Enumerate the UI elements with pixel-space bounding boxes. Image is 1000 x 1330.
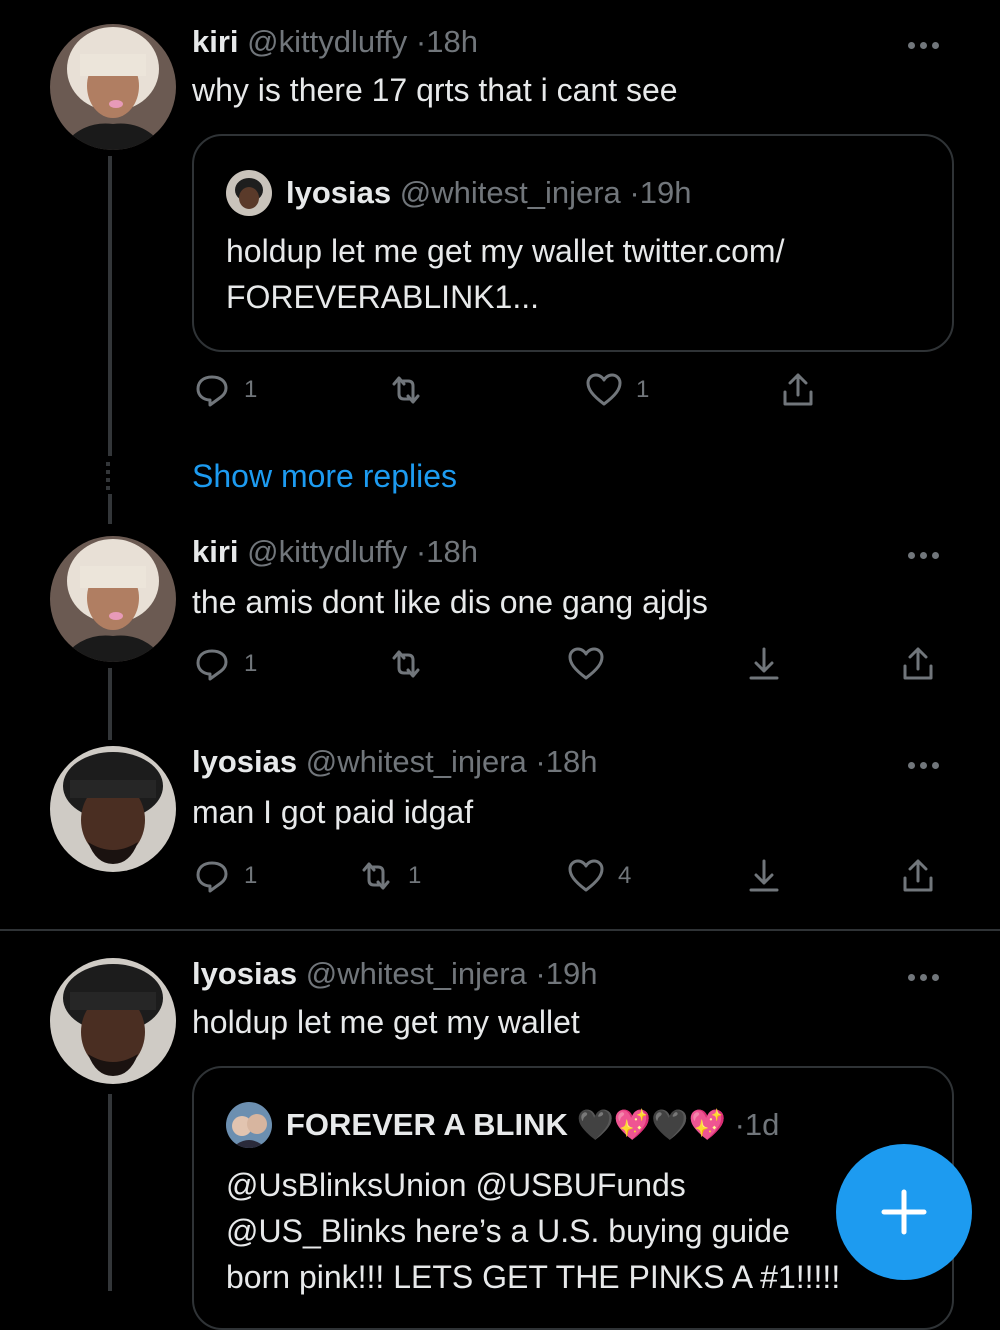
reply-icon: [196, 649, 228, 681]
tweet-text: why is there 17 qrts that i cant see: [192, 72, 678, 108]
thread-line: [108, 668, 112, 740]
like-count: 1: [636, 376, 650, 403]
download-icon: [749, 647, 779, 680]
author-name[interactable]: lyosias: [192, 744, 297, 779]
thread-line: [108, 1094, 112, 1291]
retweet-button[interactable]: [386, 370, 426, 410]
heart-icon: [568, 859, 604, 892]
quoted-tweet-header: FOREVER A BLINK 🖤💖🖤💖 · 1d: [226, 1102, 779, 1148]
quoted-tweet-text-line: @US_Blinks here’s a U.S. buying guide: [226, 1213, 790, 1249]
download-icon: [749, 859, 779, 892]
thread-line: [108, 494, 112, 524]
compose-tweet-button[interactable]: [836, 1144, 972, 1280]
tweet-header: lyosias @whitest_injera ·19h: [192, 956, 597, 992]
heart-icon: [586, 373, 622, 406]
tweet-header: kiri @kittydluffy ·18h: [192, 534, 478, 570]
like-button[interactable]: 1: [584, 370, 649, 410]
timestamp[interactable]: 19h: [546, 956, 598, 991]
timestamp[interactable]: 18h: [426, 24, 478, 59]
separator: ·: [734, 1107, 745, 1142]
retweet-icon: [392, 650, 420, 678]
separator: ·: [629, 175, 640, 210]
avatar: [226, 170, 272, 216]
retweet-button[interactable]: [386, 644, 426, 684]
share-icon: [783, 373, 813, 406]
author-handle[interactable]: @kittydluffy: [247, 534, 407, 569]
more-options-icon[interactable]: [908, 546, 950, 559]
quoted-tweet-header: lyosias @whitest_injera · 19h: [226, 170, 691, 216]
reply-icon: [196, 375, 228, 407]
author-name[interactable]: kiri: [192, 534, 239, 569]
like-count: 4: [618, 862, 632, 889]
share-button[interactable]: [898, 644, 938, 684]
quoted-author-handle: @whitest_injera: [399, 175, 621, 210]
avatar[interactable]: [50, 746, 176, 872]
reply-count: 1: [244, 650, 258, 677]
more-replies-indicator: [106, 462, 110, 490]
share-button[interactable]: [778, 370, 818, 410]
show-more-replies-link[interactable]: Show more replies: [192, 458, 457, 495]
separator: ·: [415, 24, 427, 59]
heart-icon: [568, 647, 604, 680]
tweet-header: kiri @kittydluffy ·18h: [192, 24, 478, 60]
reply-button[interactable]: 1: [192, 856, 257, 896]
quoted-tweet-text-line: born pink!!! LETS GET THE PINKS A #1!!!!…: [226, 1259, 841, 1295]
tweet-text: holdup let me get my wallet: [192, 1004, 580, 1040]
tweet-text: man I got paid idgaf: [192, 794, 474, 830]
more-options-icon[interactable]: [908, 968, 950, 981]
author-handle[interactable]: @whitest_injera: [306, 956, 527, 991]
reply-count: 1: [244, 862, 258, 889]
separator: ·: [415, 534, 427, 569]
tweet-text: the amis dont like dis one gang ajdjs: [192, 584, 708, 620]
retweet-button[interactable]: 1: [356, 856, 421, 896]
bookmark-button[interactable]: [744, 644, 784, 684]
retweet-count: 1: [408, 862, 422, 889]
quoted-timestamp: 1d: [744, 1107, 780, 1142]
quoted-tweet-text-line: FOREVERABLINK1...: [226, 279, 539, 315]
retweet-icon: [392, 376, 420, 404]
reply-icon: [196, 861, 228, 893]
quoted-author-name: lyosias: [286, 175, 392, 210]
share-icon: [903, 647, 933, 680]
share-icon: [903, 859, 933, 892]
avatar: [226, 1102, 272, 1148]
separator: ·: [535, 956, 546, 991]
like-button[interactable]: [566, 644, 606, 684]
avatar[interactable]: [50, 958, 176, 1084]
reply-button[interactable]: 1: [192, 370, 257, 410]
quoted-timestamp: 19h: [639, 175, 692, 210]
author-name[interactable]: kiri: [192, 24, 239, 59]
emoji-hearts: 🖤💖🖤💖: [576, 1108, 726, 1142]
quoted-tweet[interactable]: lyosias @whitest_injera · 19h holdup let …: [192, 134, 954, 352]
retweet-icon: [362, 862, 390, 890]
thread-line: [108, 156, 112, 456]
reply-count: 1: [244, 376, 258, 403]
separator: ·: [535, 744, 546, 779]
quoted-tweet-text-line: holdup let me get my wallet twitter.com/: [226, 233, 785, 269]
like-button[interactable]: 4: [566, 856, 631, 896]
tweet-header: lyosias @whitest_injera ·18h: [192, 744, 597, 780]
author-handle[interactable]: @whitest_injera: [306, 744, 527, 779]
more-options-icon[interactable]: [908, 756, 950, 769]
more-options-icon[interactable]: [908, 36, 950, 49]
avatar[interactable]: [50, 536, 176, 662]
author-name[interactable]: lyosias: [192, 956, 297, 991]
bookmark-button[interactable]: [744, 856, 784, 896]
reply-button[interactable]: 1: [192, 644, 257, 684]
share-button[interactable]: [898, 856, 938, 896]
author-handle[interactable]: @kittydluffy: [247, 24, 407, 59]
plus-icon: [881, 1189, 927, 1235]
timestamp[interactable]: 18h: [426, 534, 478, 569]
divider: [0, 929, 1000, 931]
timestamp[interactable]: 18h: [546, 744, 598, 779]
quoted-tweet-text-line: @UsBlinksUnion @USBUFunds: [226, 1167, 686, 1203]
avatar[interactable]: [50, 24, 176, 150]
quoted-author-name: FOREVER A BLINK: [286, 1107, 568, 1142]
